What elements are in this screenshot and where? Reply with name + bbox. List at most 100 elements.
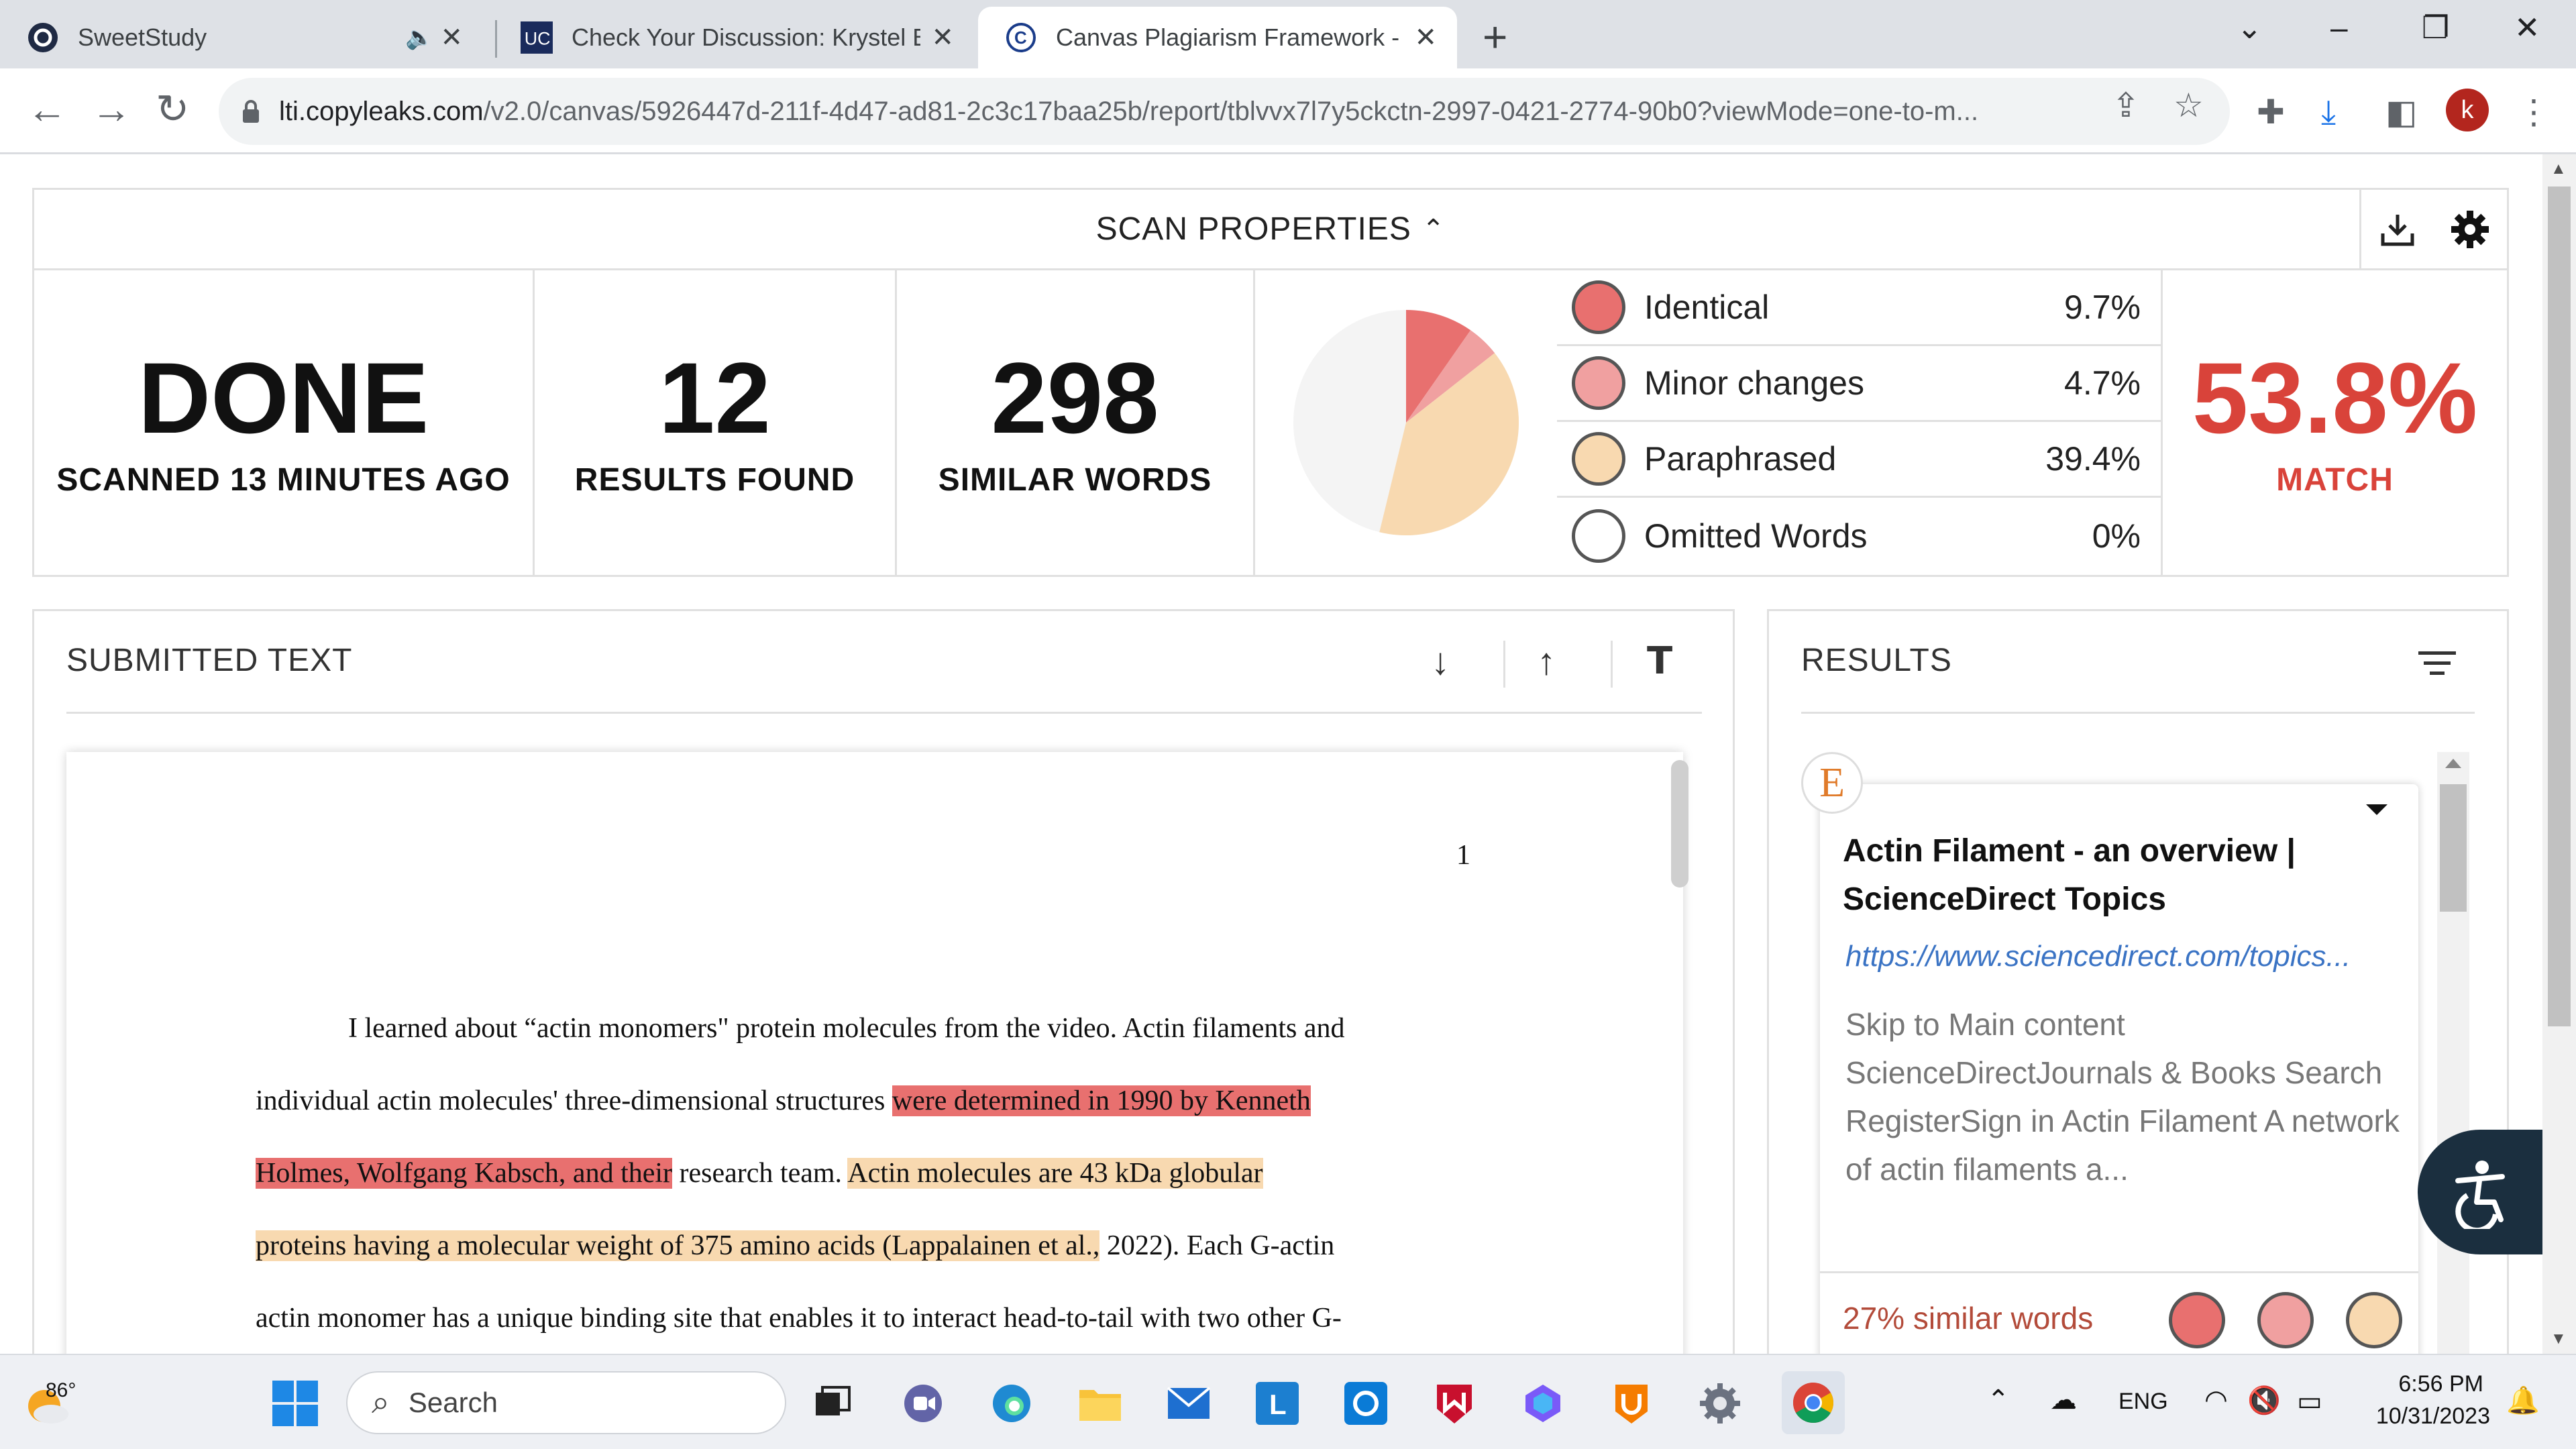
language-indicator[interactable]: ENG xyxy=(2118,1389,2168,1415)
wifi-icon[interactable]: ◠ xyxy=(2204,1385,2228,1415)
scrollbar-thumb[interactable] xyxy=(2440,784,2467,912)
chrome-icon[interactable] xyxy=(1782,1371,1845,1434)
paraphrased-color-dot xyxy=(1572,432,1625,486)
toolbar-separator xyxy=(1503,641,1505,688)
settings-button[interactable] xyxy=(2433,190,2507,268)
legend-row-paraphrased[interactable]: Paraphrased 39.4% xyxy=(1557,422,2161,498)
pie-chart xyxy=(1293,310,1519,535)
legend-row-minor-changes[interactable]: Minor changes 4.7% xyxy=(1557,346,2161,422)
close-window-icon[interactable]: ✕ xyxy=(2514,9,2540,46)
start-button[interactable] xyxy=(267,1375,323,1432)
show-hidden-icons[interactable]: ⌃ xyxy=(1987,1385,2010,1415)
identical-match-highlight[interactable]: Holmes, Wolfgang Kabsch, and their xyxy=(256,1158,673,1189)
results-found-value: 12 xyxy=(659,341,771,454)
tab-close-icon[interactable]: ✕ xyxy=(440,22,463,53)
caret-down-icon[interactable] xyxy=(2366,804,2387,815)
volume-muted-icon[interactable]: 🔇 xyxy=(2247,1385,2281,1416)
cortana-app-icon[interactable] xyxy=(1338,1375,1394,1432)
scan-properties-title: SCAN PROPERTIES xyxy=(1095,211,1411,247)
similar-words-cell: 298 SIMILAR WORDS xyxy=(897,270,1255,575)
task-view-icon[interactable] xyxy=(805,1375,861,1432)
scroll-down-icon[interactable]: ▼ xyxy=(2551,1330,2567,1348)
restore-icon[interactable]: ❐ xyxy=(2422,9,2449,46)
paraphrased-match-highlight[interactable]: Actin molecules are 43 kDa globular xyxy=(847,1158,1263,1189)
tab-title: Check Your Discussion: Krystel B xyxy=(572,23,920,51)
back-icon[interactable]: ← xyxy=(27,86,67,132)
results-scrollbar[interactable] xyxy=(2437,752,2469,1354)
sweetstudy-logo-icon xyxy=(27,21,59,54)
arrow-up-icon[interactable]: ↑ xyxy=(1537,639,1556,683)
results-title: RESULTS xyxy=(1801,643,1952,678)
clock-date[interactable]: 10/31/2023 xyxy=(2365,1403,2490,1430)
scan-properties-toggle[interactable]: SCAN PROPERTIES ⌃ xyxy=(34,190,2507,270)
document-line: individual actin molecules' three-dimens… xyxy=(256,1085,1311,1117)
scroll-up-icon[interactable] xyxy=(2445,759,2461,768)
profile-avatar[interactable]: k xyxy=(2446,89,2489,131)
tab-check-discussion[interactable]: UC Check Your Discussion: Krystel B ✕ xyxy=(496,7,974,68)
share-icon[interactable]: ⇪ xyxy=(2112,86,2140,125)
result-footer: 27% similar words xyxy=(1820,1271,2418,1354)
match-percent-value: 53.8% xyxy=(2192,341,2478,454)
match-breakdown-pie xyxy=(1255,270,1557,575)
bookmark-star-icon[interactable]: ☆ xyxy=(2174,86,2204,125)
mail-icon[interactable] xyxy=(1161,1375,1217,1432)
result-title[interactable]: Actin Filament - an overview | ScienceDi… xyxy=(1843,827,2400,924)
taskbar-search[interactable]: ⌕ Search xyxy=(346,1371,786,1434)
document-scrollbar[interactable] xyxy=(1671,760,1688,888)
minor-changes-filter-dot[interactable] xyxy=(2257,1292,2314,1348)
tab-close-icon[interactable]: ✕ xyxy=(931,22,954,53)
results-found-cell: 12 RESULTS FOUND xyxy=(535,270,897,575)
scroll-up-icon[interactable]: ▲ xyxy=(2551,160,2567,178)
new-tab-button[interactable]: + xyxy=(1483,12,1507,62)
tab-canvas-plagiarism[interactable]: C Canvas Plagiarism Framework - C ✕ xyxy=(978,7,1457,68)
forward-icon[interactable]: → xyxy=(91,86,131,132)
identical-filter-dot[interactable] xyxy=(2169,1292,2225,1348)
arrow-down-icon[interactable]: ↓ xyxy=(1431,639,1450,683)
extensions-icon[interactable]: ✚ xyxy=(2257,93,2285,131)
battery-icon[interactable]: ▭ xyxy=(2297,1386,2322,1417)
result-card[interactable]: Actin Filament - an overview | ScienceDi… xyxy=(1820,784,2418,1354)
document-line: Holmes, Wolfgang Kabsch, and their resea… xyxy=(256,1157,1263,1189)
filter-icon[interactable] xyxy=(2418,651,2456,682)
tab-search-icon[interactable]: ⌄ xyxy=(2237,9,2263,46)
office-app-icon[interactable] xyxy=(1603,1375,1660,1432)
search-placeholder: Search xyxy=(408,1387,498,1418)
copilot-icon[interactable] xyxy=(1515,1375,1571,1432)
edge-browser-icon[interactable] xyxy=(983,1375,1040,1432)
settings-app-icon[interactable] xyxy=(1692,1375,1748,1432)
clock-time[interactable]: 6:56 PM xyxy=(2365,1371,2483,1397)
identical-match-highlight[interactable]: were determined in 1990 by Kenneth xyxy=(892,1085,1311,1116)
page-scrollbar[interactable]: ▲ ▼ xyxy=(2542,154,2576,1354)
match-score-cell: 53.8% MATCH xyxy=(2161,270,2507,575)
side-panel-icon[interactable]: ◧ xyxy=(2385,93,2417,131)
legend-row-omitted-words[interactable]: Omitted Words 0% xyxy=(1557,498,2161,574)
legend-label: Minor changes xyxy=(1644,364,1864,402)
svg-text:L: L xyxy=(1269,1389,1287,1420)
minimize-icon[interactable]: – xyxy=(2330,9,2348,46)
mcafee-icon[interactable] xyxy=(1426,1375,1483,1432)
scrollbar-thumb[interactable] xyxy=(2548,186,2571,1026)
legend-row-identical[interactable]: Identical 9.7% xyxy=(1557,270,2161,346)
text-format-icon[interactable]: T xyxy=(1647,639,1672,683)
paraphrased-match-highlight[interactable]: proteins having a molecular weight of 37… xyxy=(256,1230,1100,1261)
tab-close-icon[interactable]: ✕ xyxy=(1414,22,1437,53)
address-bar[interactable]: lti.copyleaks.com/v2.0/canvas/5926447d-2… xyxy=(219,78,2230,145)
browser-toolbar: ← → ↻ lti.copyleaks.com/v2.0/canvas/5926… xyxy=(0,68,2576,154)
accessibility-button[interactable] xyxy=(2418,1130,2542,1254)
download-report-button[interactable] xyxy=(2359,190,2433,268)
l-app-icon[interactable]: L xyxy=(1249,1375,1305,1432)
file-explorer-icon[interactable] xyxy=(1072,1375,1128,1432)
result-url-link[interactable]: https://www.sciencedirect.com/topics... xyxy=(1845,940,2402,973)
teams-chat-icon[interactable] xyxy=(895,1375,951,1432)
weather-widget[interactable]: 86° xyxy=(21,1375,76,1432)
menu-icon[interactable]: ⋮ xyxy=(2517,93,2551,131)
reload-icon[interactable]: ↻ xyxy=(156,86,189,133)
paraphrased-filter-dot[interactable] xyxy=(2346,1292,2402,1348)
browser-tab-bar: SweetStudy 🔈 ✕ UC Check Your Discussion:… xyxy=(0,0,2576,68)
onedrive-offline-icon[interactable]: ☁ xyxy=(2050,1385,2077,1415)
results-found-label: RESULTS FOUND xyxy=(574,462,855,498)
download-icon[interactable]: ⤓ xyxy=(2321,93,2336,132)
tab-sweetstudy[interactable]: SweetStudy 🔈 ✕ xyxy=(0,7,483,68)
speaker-icon[interactable]: 🔈 xyxy=(405,24,433,51)
notification-bell-icon[interactable]: 🔔 xyxy=(2506,1385,2540,1416)
